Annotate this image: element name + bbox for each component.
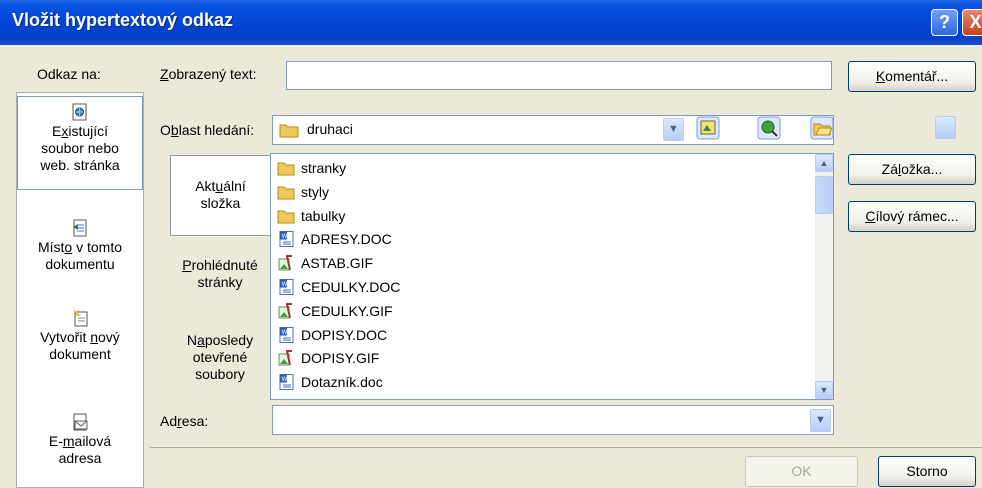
folder-row[interactable]: styly (277, 180, 329, 204)
cancel-button[interactable]: Storno (878, 456, 976, 487)
file-row[interactable]: CEDULKY.GIF (277, 299, 393, 323)
file-row[interactable]: W ADRESY.DOC (277, 227, 392, 251)
help-button[interactable]: ? (931, 9, 958, 36)
tab-line2: otevřené (192, 349, 248, 365)
file-list-scrollbar[interactable]: ▲ ▼ (815, 154, 833, 399)
nav-item-line2: dokument (49, 346, 111, 362)
file-name: DOPISY.GIF (301, 350, 380, 367)
folder-icon (277, 186, 295, 200)
folder-row[interactable]: stranky (277, 156, 346, 180)
link-to-place-in-document[interactable]: Místo v tomto dokumentu (17, 219, 143, 273)
bottom-separator (150, 447, 982, 448)
scroll-up-arrow[interactable]: ▲ (815, 154, 833, 172)
window-title: Vložit hypertextový odkaz (12, 10, 234, 30)
file-row[interactable]: DOPISY.GIF (277, 346, 379, 370)
close-button[interactable]: X (962, 9, 982, 36)
scroll-down-arrow[interactable]: ▼ (815, 381, 833, 399)
gif-image-icon (278, 302, 292, 319)
tab-line1: Aktuální (195, 178, 246, 194)
gif-image-icon (278, 350, 292, 366)
file-list[interactable]: stranky styly tabulky W ADRESY.DOC ASTAB.GIF W… (270, 153, 834, 400)
link-to-new-document[interactable]: Vytvořit nový dokument (17, 309, 143, 363)
svg-text:W: W (282, 329, 288, 336)
tab-current-folder[interactable]: Aktuální složka (170, 155, 270, 236)
file-name: DOPISY.DOC (301, 326, 388, 343)
word-document-icon: W (279, 326, 294, 343)
email-address-icon (73, 413, 88, 431)
file-name: ASTAB.GIF (301, 255, 374, 272)
display-text-label: Zobrazený text: (160, 66, 257, 82)
scroll-thumb[interactable] (815, 176, 833, 214)
tab-recent-files[interactable]: Naposledy otevřené soubory (170, 332, 270, 383)
target-frame-button[interactable]: Cílový rámec... (848, 201, 976, 232)
tab-line1: Prohlédnuté (182, 257, 258, 273)
file-row[interactable]: ASTAB.GIF (277, 251, 373, 275)
nav-item-line1: E-mailová (48, 433, 112, 449)
nav-item-line3: web. stránka (40, 157, 120, 173)
folder-row[interactable]: tabulky (277, 204, 345, 228)
link-to-label: Odkaz na: (37, 66, 101, 82)
file-name: tabulky (301, 207, 346, 224)
word-document-icon: W (279, 374, 294, 391)
file-row[interactable]: W DOPISY.DOC (277, 323, 387, 347)
link-to-email-address[interactable]: E-mailová adresa (17, 413, 143, 467)
folder-icon (277, 162, 295, 176)
tab-browsed-pages[interactable]: Prohlédnuté stránky (170, 257, 270, 291)
folder-icon (277, 210, 295, 224)
look-in-dropdown-arrow[interactable]: ▼ (663, 118, 684, 141)
ok-button[interactable]: OK (745, 456, 858, 487)
display-text-input[interactable] (286, 61, 832, 90)
file-name: stranky (301, 160, 347, 176)
nav-item-line1: Vytvořit nový (40, 329, 120, 345)
gif-image-icon (278, 255, 292, 271)
folder-tabs: Aktuální složka Prohlédnuté stránky Napo… (170, 155, 270, 400)
screentip-button[interactable]: Komentář... (848, 61, 976, 92)
browse-file-icon[interactable] (810, 116, 834, 140)
nav-item-line2: adresa (58, 450, 102, 466)
look-in-label: Oblast hledání: (160, 122, 255, 138)
tab-line2: složka (200, 195, 241, 211)
svg-text:W: W (282, 281, 288, 288)
file-name: CEDULKY.DOC (301, 279, 401, 295)
tab-line2: stránky (197, 274, 243, 290)
browse-web-icon[interactable] (696, 116, 720, 140)
tab-line3: soubory (195, 366, 245, 382)
place-in-document-icon (73, 219, 87, 237)
link-to-existing-file[interactable]: Existující soubor nebo web. stránka (17, 96, 143, 190)
file-row[interactable]: W Dotazník.doc (277, 370, 383, 394)
address-dropdown-arrow[interactable]: ▼ (810, 409, 831, 432)
folder-icon (279, 124, 299, 138)
file-name: CEDULKY.GIF (301, 302, 393, 319)
file-name: Dotazník.doc (301, 374, 383, 391)
bookmark-button[interactable]: Záložka... (848, 154, 976, 185)
svg-text:W: W (282, 376, 288, 383)
svg-text:W: W (282, 233, 288, 240)
address-label: Adresa: (160, 413, 209, 429)
title-bar[interactable]: Vložit hypertextový odkaz ? X (0, 0, 982, 45)
existing-file-icon (72, 103, 87, 121)
address-input[interactable] (272, 405, 834, 435)
nav-item-line2: dokumentu (45, 256, 115, 272)
nav-item-line1: Místo v tomto (37, 239, 123, 255)
search-web-icon[interactable] (757, 116, 781, 140)
look-in-combo[interactable]: druhaci (272, 115, 956, 145)
file-name: ADRESY.DOC (301, 231, 392, 248)
file-row[interactable]: W CEDULKY.DOC (277, 275, 400, 299)
nav-item-line2: soubor nebo (41, 140, 119, 156)
link-to-panel: Existující soubor nebo web. stránka Míst… (16, 92, 144, 488)
nav-item-line1: Existující (51, 123, 109, 139)
word-document-icon: W (279, 231, 294, 248)
file-name: styly (301, 183, 329, 200)
tab-line1: Naposledy (186, 332, 254, 348)
new-document-icon (73, 309, 88, 327)
word-document-icon: W (279, 279, 294, 295)
look-in-value: druhaci (307, 121, 353, 137)
